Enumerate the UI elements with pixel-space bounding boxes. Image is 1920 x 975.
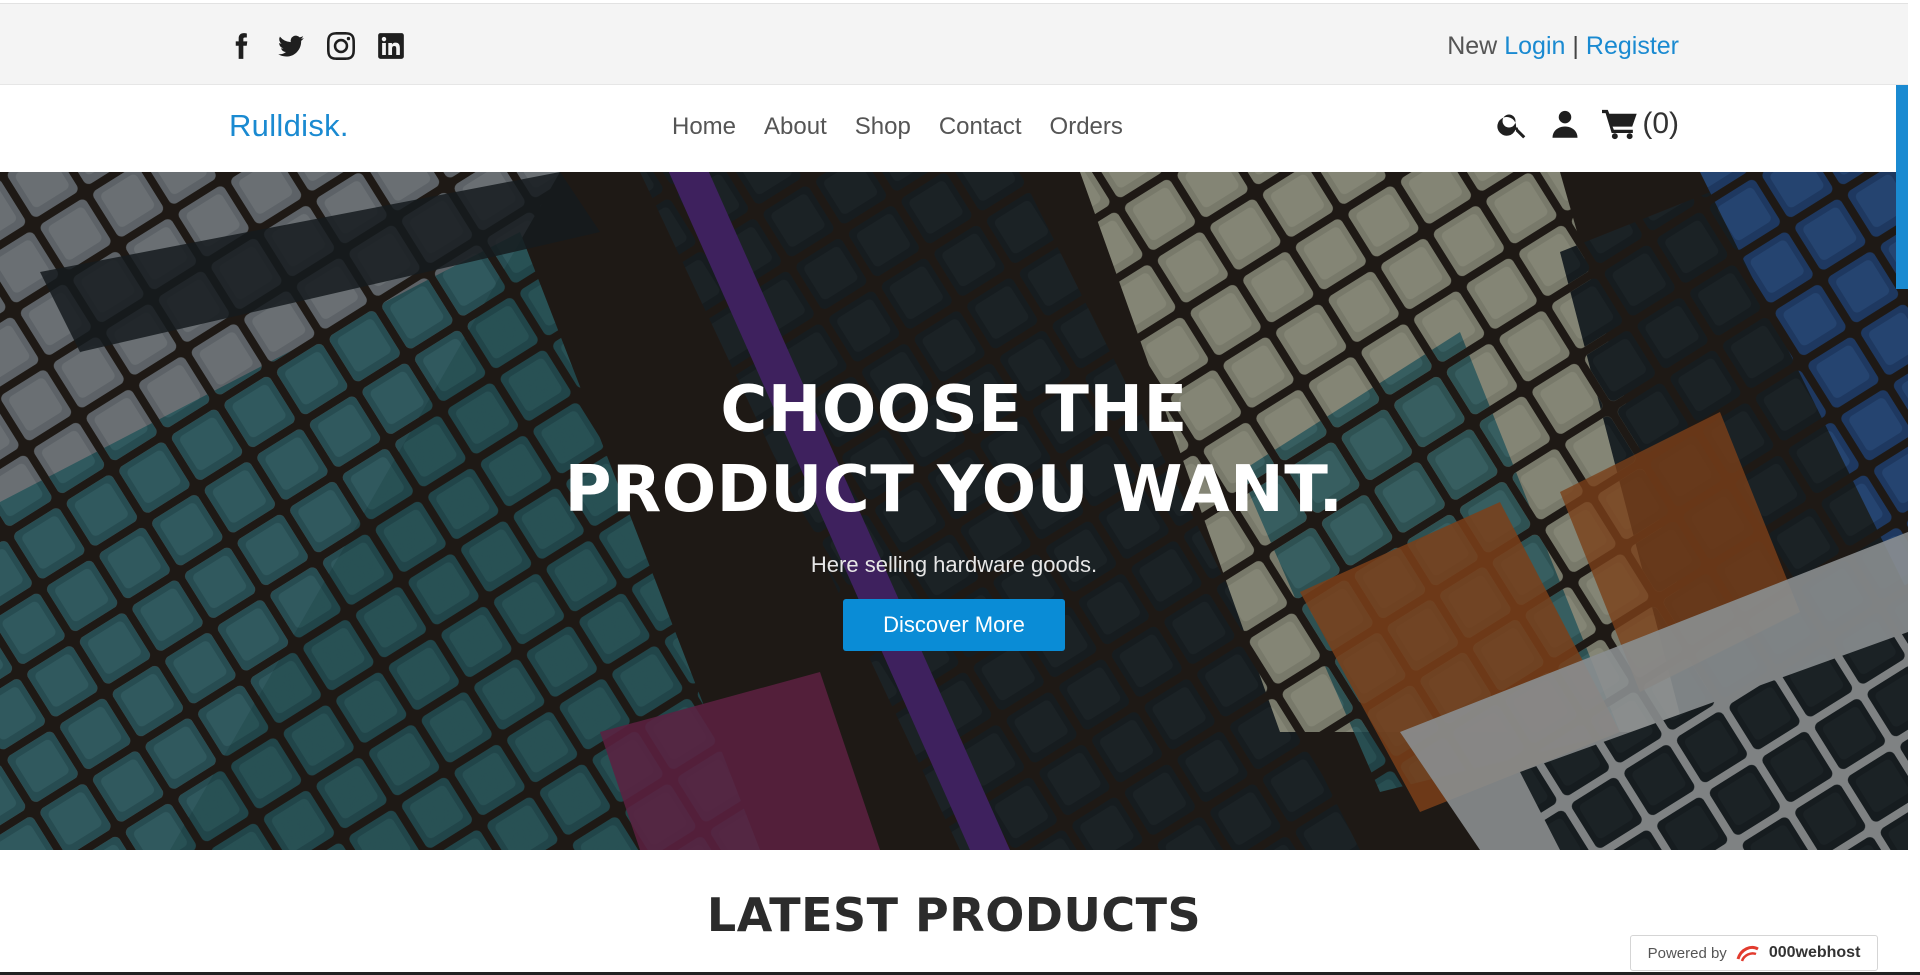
cart-icon: [1602, 109, 1638, 140]
user-icon[interactable]: [1550, 108, 1580, 140]
instagram-icon: [327, 32, 355, 60]
nav-icons: (0): [1496, 107, 1679, 141]
powered-by-brand: 000webhost: [1768, 944, 1861, 961]
social-links: [226, 30, 406, 62]
hero-subtitle: Here selling hardware goods.: [810, 552, 1098, 577]
linkedin-link[interactable]: [376, 30, 406, 62]
facebook-link[interactable]: [226, 30, 256, 62]
hero-title-line1: CHOOSE THE: [720, 373, 1188, 447]
nav-about[interactable]: About: [764, 113, 827, 141]
powered-by-label: Powered by: [1647, 944, 1727, 962]
hero-title-line2: PRODUCT YOU WANT.: [564, 453, 1344, 527]
main-menu: Home About Shop Contact Orders: [672, 113, 1123, 141]
hero-title: CHOOSE THE PRODUCT YOU WANT.: [0, 370, 1908, 530]
search-icon[interactable]: [1496, 108, 1528, 140]
auth-separator: |: [1572, 32, 1579, 60]
instagram-link[interactable]: [326, 30, 356, 62]
hero-content: CHOOSE THE PRODUCT YOU WANT. Here sellin…: [0, 370, 1908, 651]
hero-banner: CHOOSE THE PRODUCT YOU WANT. Here sellin…: [0, 172, 1908, 850]
linkedin-icon: [378, 33, 404, 59]
scrollbar-accent[interactable]: [1896, 85, 1908, 289]
webhost-logo-icon: [1736, 945, 1759, 962]
auth-prefix: New: [1447, 32, 1498, 60]
latest-products-section: LATEST PRODUCTS: [0, 850, 1908, 975]
register-link[interactable]: Register: [1586, 32, 1679, 61]
cart-button[interactable]: (0): [1602, 107, 1679, 141]
top-bar: New Login | Register: [0, 3, 1908, 85]
nav-orders[interactable]: Orders: [1050, 113, 1123, 141]
latest-products-title: LATEST PRODUCTS: [706, 888, 1202, 942]
brand-logo[interactable]: Rulldisk.: [229, 108, 349, 144]
nav-shop[interactable]: Shop: [855, 113, 911, 141]
nav-contact[interactable]: Contact: [939, 113, 1022, 141]
facebook-icon: [235, 33, 248, 59]
cart-count: (0): [1642, 107, 1679, 140]
discover-more-button[interactable]: Discover More: [843, 599, 1065, 651]
page: New Login | Register Rulldisk. Home Abou…: [0, 0, 1908, 975]
login-link[interactable]: Login: [1504, 32, 1565, 61]
main-navbar: Rulldisk. Home About Shop Contact Orders…: [0, 85, 1908, 172]
twitter-link[interactable]: [276, 30, 306, 62]
twitter-icon: [278, 35, 304, 57]
powered-by-badge[interactable]: Powered by 000webhost: [1630, 935, 1878, 971]
auth-links: New Login | Register: [1447, 32, 1679, 61]
nav-home[interactable]: Home: [672, 113, 736, 141]
